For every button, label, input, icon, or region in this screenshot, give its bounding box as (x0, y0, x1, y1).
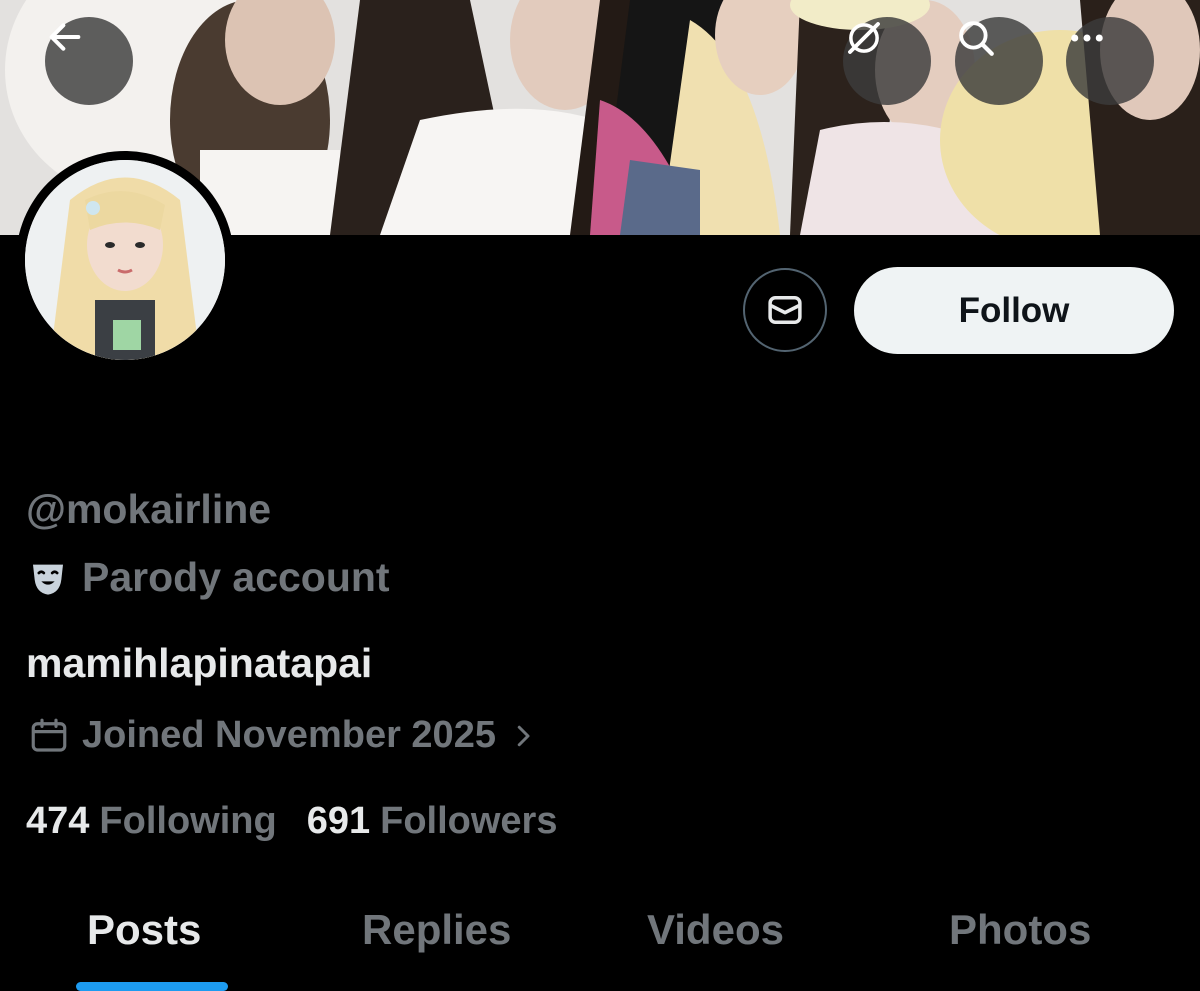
following-link[interactable]: 474 Following (26, 800, 277, 843)
more-horizontal-icon (1071, 34, 1103, 42)
parody-label: Parody account (28, 554, 390, 601)
calendar-icon (31, 718, 67, 752)
avatar-image (25, 160, 225, 360)
tab-videos[interactable]: Videos (647, 906, 784, 954)
search-icon (959, 21, 994, 56)
parody-label-text: Parody account (82, 554, 390, 600)
message-button[interactable] (743, 268, 827, 352)
envelope-icon (768, 296, 802, 324)
followers-link[interactable]: 691 Followers (307, 800, 558, 843)
grok-icon (848, 22, 880, 54)
theater-mask-icon (33, 564, 63, 595)
profile-page: Follow @mokairline Parody account mamihl… (0, 0, 1200, 991)
following-label: Following (99, 800, 277, 842)
follow-button[interactable]: Follow (854, 267, 1174, 354)
profile-handle: @mokairline (26, 486, 272, 532)
avatar[interactable] (16, 151, 234, 369)
joined-date-text: Joined November 2025 (82, 714, 496, 756)
follow-stats: 474 Following 691 Followers (26, 800, 557, 843)
profile-bio: mamihlapinatapai (26, 640, 373, 686)
active-tab-indicator (76, 982, 228, 991)
profile-tabs: Posts Replies Videos Photos (0, 880, 1200, 991)
tab-replies[interactable]: Replies (362, 906, 511, 954)
tab-posts[interactable]: Posts (87, 906, 201, 954)
arrow-left-icon (49, 23, 81, 51)
chevron-right-icon (517, 725, 530, 746)
followers-label: Followers (380, 800, 558, 842)
tab-photos[interactable]: Photos (949, 906, 1091, 954)
following-count: 474 (26, 800, 90, 842)
followers-count: 691 (306, 800, 371, 842)
more-button[interactable] (1066, 17, 1154, 105)
back-button[interactable] (45, 17, 133, 105)
search-button[interactable] (955, 17, 1043, 105)
joined-date[interactable]: Joined November 2025 (28, 714, 538, 757)
grok-button[interactable] (843, 17, 931, 105)
